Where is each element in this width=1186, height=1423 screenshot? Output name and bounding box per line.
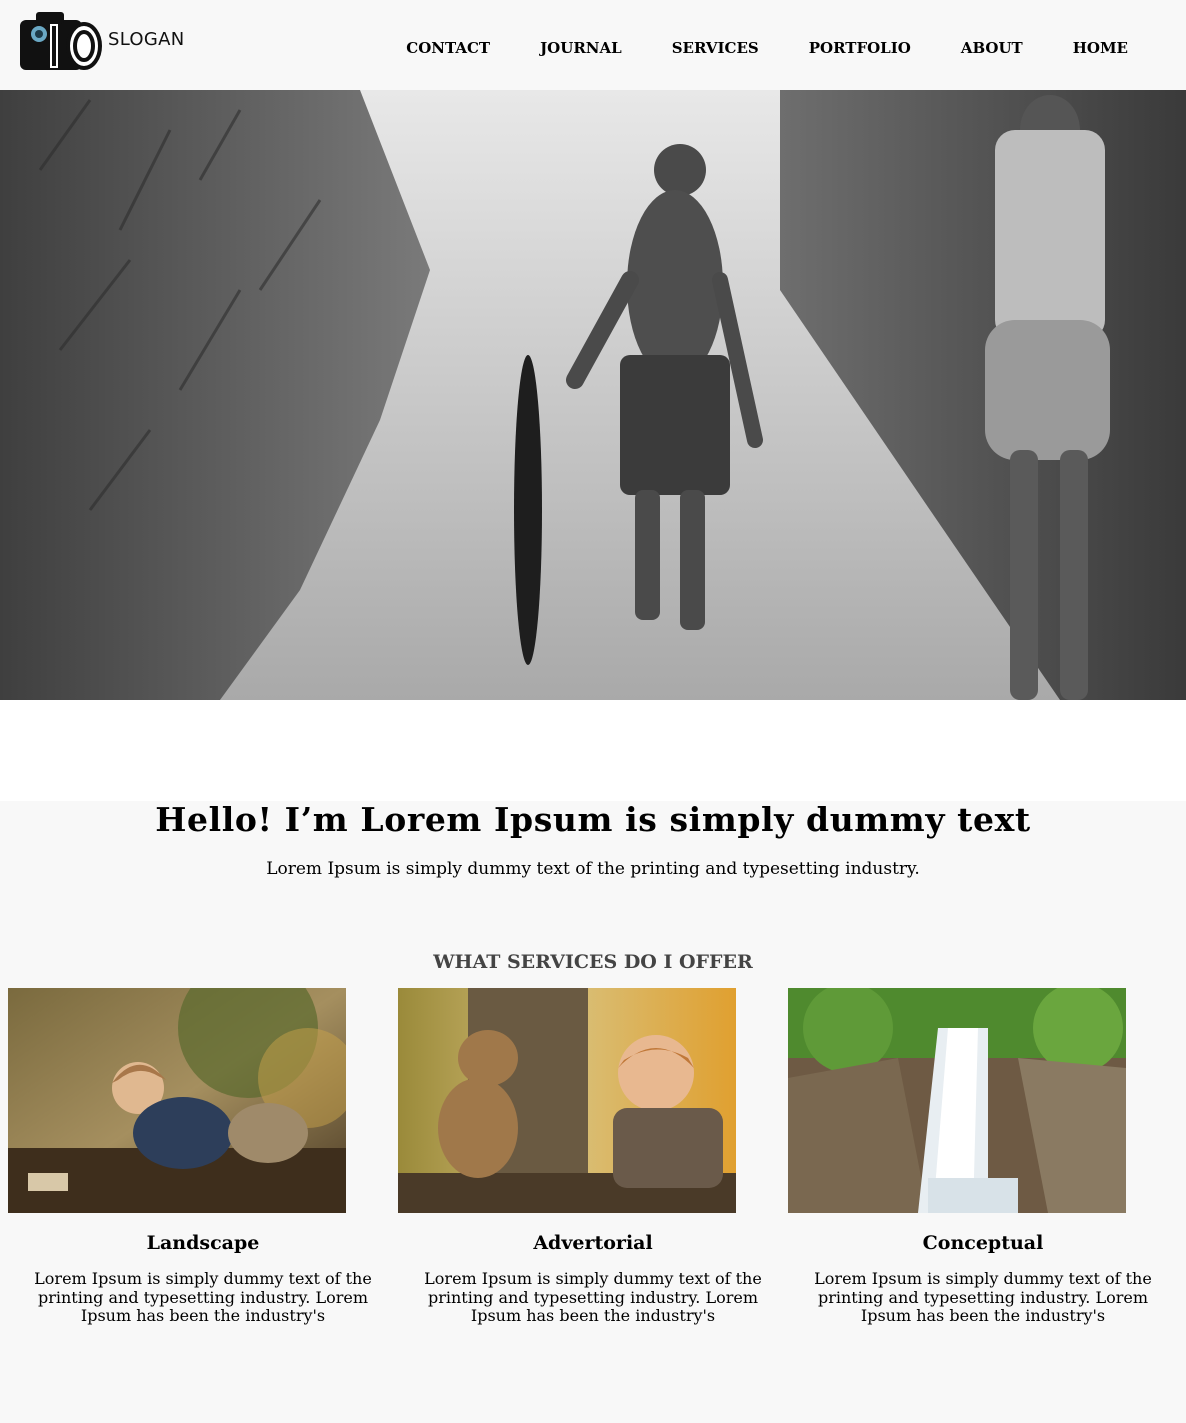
service-text-advertorial: Lorem Ipsum is simply dummy text of the … (424, 1269, 762, 1325)
spacer (0, 700, 1186, 801)
services-heading: WHAT SERVICES DO I OFFER (433, 951, 753, 973)
logo-text: SLOGAN (108, 28, 185, 50)
camera-logo-icon (20, 12, 102, 70)
service-card-landscape: Landscape Lorem Ipsum is simply dummy te… (8, 988, 398, 1326)
nav-item-contact[interactable]: CONTACT (406, 38, 490, 58)
nav-item-journal[interactable]: JOURNAL (540, 38, 622, 58)
intro-title: Hello! I’m Lorem Ipsum is simply dummy t… (155, 800, 1031, 839)
service-title-landscape: Landscape (146, 1232, 260, 1254)
service-title-advertorial: Advertorial (533, 1232, 653, 1254)
nav-item-home[interactable]: HOME (1073, 38, 1128, 58)
logo[interactable]: SLOGAN (18, 10, 188, 72)
site-header: SLOGAN CONTACT JOURNAL SERVICES PORTFOLI… (0, 0, 1186, 90)
service-text-landscape: Lorem Ipsum is simply dummy text of the … (34, 1269, 372, 1325)
service-card-advertorial: Advertorial Lorem Ipsum is simply dummy … (398, 988, 788, 1326)
service-title-conceptual: Conceptual (922, 1232, 1044, 1254)
nav-item-about[interactable]: ABOUT (961, 38, 1023, 58)
service-card-conceptual: Conceptual Lorem Ipsum is simply dummy t… (788, 988, 1178, 1326)
hero-image (0, 90, 1186, 700)
main-nav: CONTACT JOURNAL SERVICES PORTFOLIO ABOUT… (356, 38, 1128, 58)
service-image-conceptual[interactable] (788, 988, 1126, 1213)
intro-subtitle: Lorem Ipsum is simply dummy text of the … (266, 859, 920, 879)
service-text-conceptual: Lorem Ipsum is simply dummy text of the … (814, 1269, 1152, 1325)
nav-item-services[interactable]: SERVICES (672, 38, 759, 58)
service-image-advertorial[interactable] (398, 988, 736, 1213)
nav-item-portfolio[interactable]: PORTFOLIO (809, 38, 911, 58)
service-image-landscape[interactable] (8, 988, 346, 1213)
